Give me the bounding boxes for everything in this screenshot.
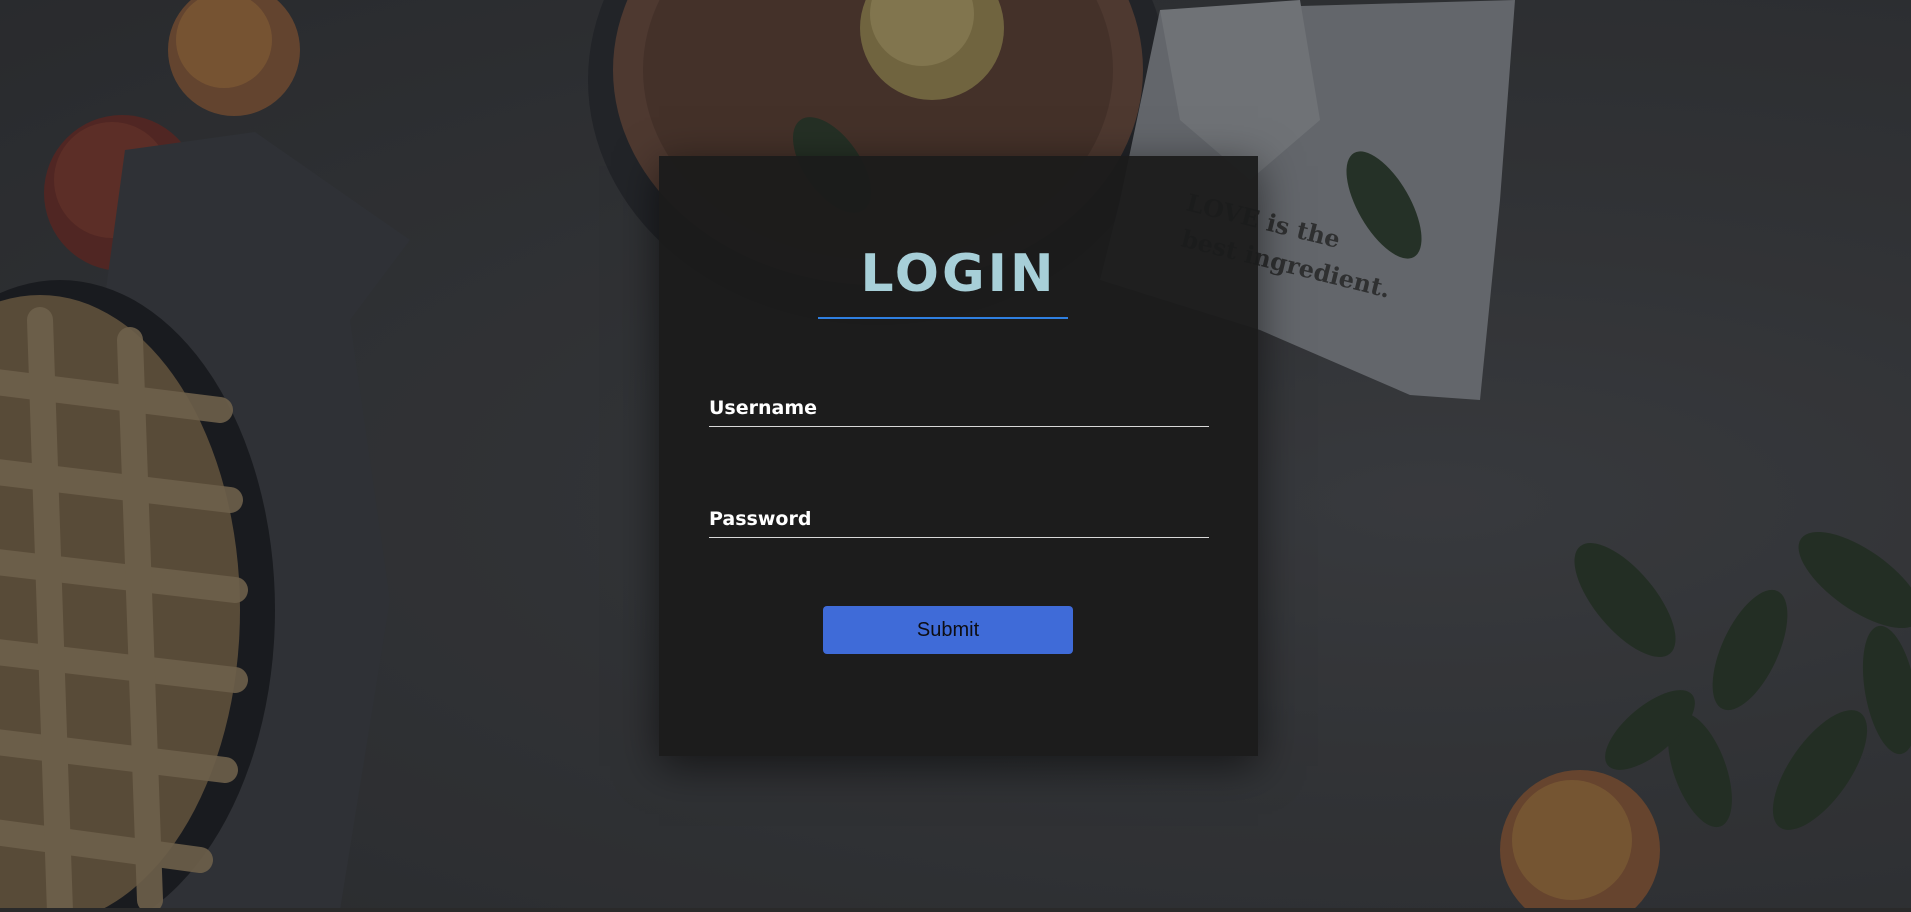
- username-field: Username: [709, 399, 1209, 427]
- login-title: LOGIN: [860, 244, 1057, 304]
- login-card: LOGIN Username Password Submit: [659, 156, 1258, 756]
- password-label: Password: [709, 508, 812, 530]
- submit-button[interactable]: Submit: [823, 606, 1073, 654]
- bottom-edge: [0, 908, 1911, 912]
- password-field: Password: [709, 510, 1209, 538]
- password-input[interactable]: [709, 537, 1209, 538]
- title-underline: [818, 317, 1068, 319]
- username-input[interactable]: [709, 426, 1209, 427]
- username-label: Username: [709, 397, 818, 419]
